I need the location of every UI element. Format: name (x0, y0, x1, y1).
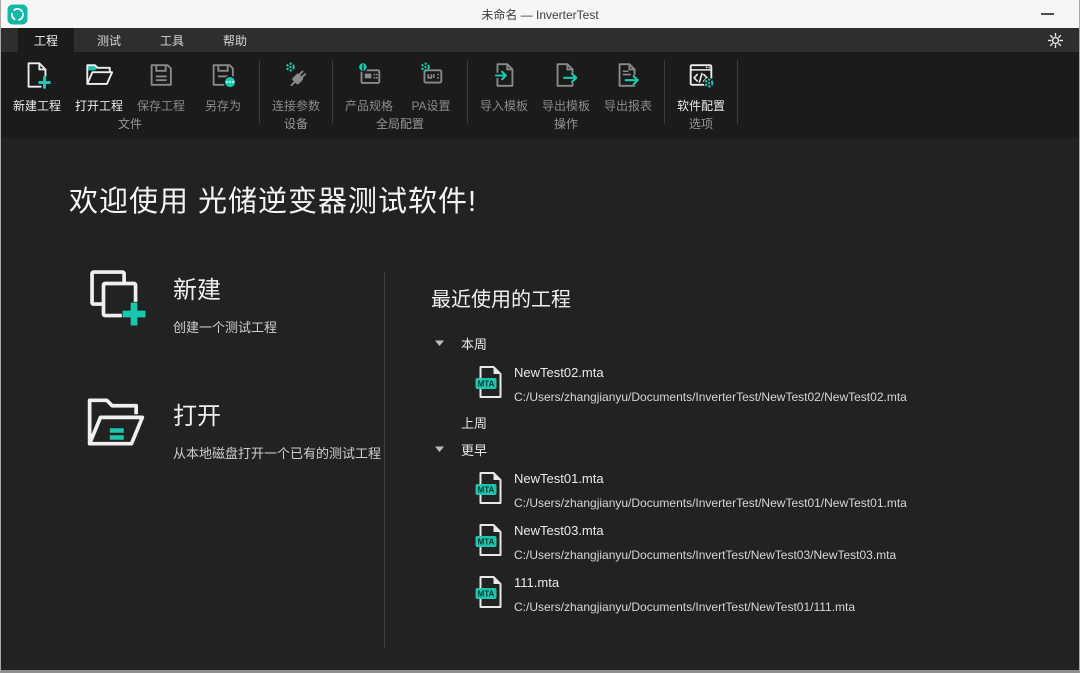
ribbon-group-label-global-config: 全局配置 (338, 115, 462, 138)
new-project-title: 新建 (173, 270, 277, 305)
ribbon-group-options: 软件配置 选项 (667, 52, 735, 138)
window-title: 未命名 — InverterTest (1, 6, 1079, 23)
welcome-heading: 欢迎使用 光储逆变器测试软件! (69, 178, 477, 220)
product-spec-icon (354, 60, 384, 90)
tab-test[interactable]: 测试 (81, 28, 137, 52)
panel-divider (384, 272, 385, 648)
pa-settings-icon (416, 60, 446, 90)
save-as-button[interactable]: 另存为 (192, 52, 254, 115)
open-project-title: 打开 (173, 396, 381, 431)
import-template-button[interactable]: 导入模板 (473, 52, 535, 115)
tab-help[interactable]: 帮助 (207, 28, 263, 52)
sun-icon (1047, 32, 1064, 49)
recent-projects-panel: 最近使用的工程 本周 MTA NewTest02.mta (431, 283, 1049, 625)
recent-projects-tree: 本周 MTA NewTest02.mta C:/Users/zhangjiany… (431, 336, 1049, 615)
theme-toggle-button[interactable] (1041, 28, 1069, 52)
new-project-subtitle: 创建一个测试工程 (173, 317, 277, 336)
ribbon-toolbar: 新建工程 打开工程 保存工程 (1, 52, 1079, 138)
file-path: C:/Users/zhangjianyu/Documents/InvertTes… (514, 600, 855, 614)
chevron-down-icon (434, 445, 445, 453)
file-name: NewTest01.mta (514, 471, 907, 486)
new-project-entry[interactable]: 新建 创建一个测试工程 (89, 268, 277, 336)
save-project-icon (146, 60, 176, 90)
recent-file-item[interactable]: MTA NewTest02.mta C:/Users/zhangjianyu/D… (475, 363, 1049, 405)
ribbon-group-label-options: 选项 (670, 115, 732, 138)
file-path: C:/Users/zhangjianyu/Documents/InverterT… (514, 390, 907, 404)
tab-project[interactable]: 工程 (18, 28, 74, 52)
ribbon-group-label-device: 设备 (265, 115, 327, 138)
tree-group-last-week[interactable]: 上周 (431, 415, 1049, 429)
chevron-down-icon (434, 339, 445, 347)
software-config-button[interactable]: 软件配置 (670, 52, 732, 115)
import-template-icon (489, 60, 519, 90)
connection-params-icon (281, 60, 311, 90)
connection-params-button[interactable]: 连接参数 (265, 52, 327, 115)
new-project-icon (22, 60, 52, 90)
mta-file-icon: MTA (475, 575, 505, 609)
svg-text:MTA: MTA (478, 380, 495, 389)
mta-file-icon: MTA (475, 523, 505, 557)
ribbon-group-operations: 导入模板 导出模板 (470, 52, 662, 138)
recent-file-item[interactable]: MTA NewTest03.mta C:/Users/zhangjianyu/D… (475, 521, 1049, 563)
ribbon-group-label-operations: 操作 (473, 115, 659, 138)
export-template-button[interactable]: 导出模板 (535, 52, 597, 115)
ribbon-tab-bar: 工程 测试 工具 帮助 (1, 28, 1079, 52)
ribbon-divider (664, 60, 665, 124)
recent-projects-title: 最近使用的工程 (431, 283, 1049, 312)
pa-settings-button[interactable]: PA设置 (400, 52, 462, 115)
save-as-icon (208, 60, 238, 90)
app-window: 未命名 — InverterTest 工程 测试 工具 帮助 (0, 0, 1080, 673)
ribbon-group-global-config: 产品规格 PA设置 全局配置 (335, 52, 465, 138)
svg-text:MTA: MTA (478, 590, 495, 599)
open-project-button[interactable]: 打开工程 (68, 52, 130, 115)
open-project-icon (84, 60, 114, 90)
tree-group-earlier[interactable]: 更早 (431, 442, 1049, 456)
tree-group-this-week[interactable]: 本周 (431, 336, 1049, 350)
open-project-large-icon (85, 394, 147, 450)
export-report-icon (613, 60, 643, 90)
file-name: NewTest02.mta (514, 365, 907, 380)
mta-file-icon: MTA (475, 471, 505, 505)
ribbon-divider (467, 60, 468, 124)
tab-tools[interactable]: 工具 (144, 28, 200, 52)
ribbon-group-file: 新建工程 打开工程 保存工程 (3, 52, 257, 138)
product-spec-button[interactable]: 产品规格 (338, 52, 400, 115)
ribbon-divider (332, 60, 333, 124)
ribbon-group-label-file: 文件 (6, 115, 254, 138)
open-project-entry[interactable]: 打开 从本地磁盘打开一个已有的测试工程 (85, 394, 381, 462)
minimize-button[interactable] (1027, 0, 1067, 28)
svg-text:MTA: MTA (478, 538, 495, 547)
file-path: C:/Users/zhangjianyu/Documents/InvertTes… (514, 548, 896, 562)
file-name: 111.mta (514, 575, 855, 590)
ribbon-group-device: 连接参数 设备 (262, 52, 330, 138)
new-project-button[interactable]: 新建工程 (6, 52, 68, 115)
new-project-large-icon (89, 268, 147, 328)
software-config-icon (686, 60, 716, 90)
export-template-icon (551, 60, 581, 90)
recent-file-item[interactable]: MTA 111.mta C:/Users/zhangjianyu/Documen… (475, 573, 1049, 615)
save-project-button[interactable]: 保存工程 (130, 52, 192, 115)
minimize-icon (1041, 13, 1054, 15)
ribbon-divider (737, 60, 738, 124)
svg-text:MTA: MTA (478, 486, 495, 495)
file-name: NewTest03.mta (514, 523, 896, 538)
export-report-button[interactable]: 导出报表 (597, 52, 659, 115)
recent-file-item[interactable]: MTA NewTest01.mta C:/Users/zhangjianyu/D… (475, 469, 1049, 511)
title-bar: 未命名 — InverterTest (1, 0, 1079, 28)
ribbon-divider (259, 60, 260, 124)
mta-file-icon: MTA (475, 365, 505, 399)
welcome-page: 欢迎使用 光储逆变器测试软件! 新建 创建一个测试工程 打开 (1, 138, 1079, 670)
file-path: C:/Users/zhangjianyu/Documents/InverterT… (514, 496, 907, 510)
open-project-subtitle: 从本地磁盘打开一个已有的测试工程 (173, 443, 381, 462)
chevron-down-icon (434, 418, 445, 426)
